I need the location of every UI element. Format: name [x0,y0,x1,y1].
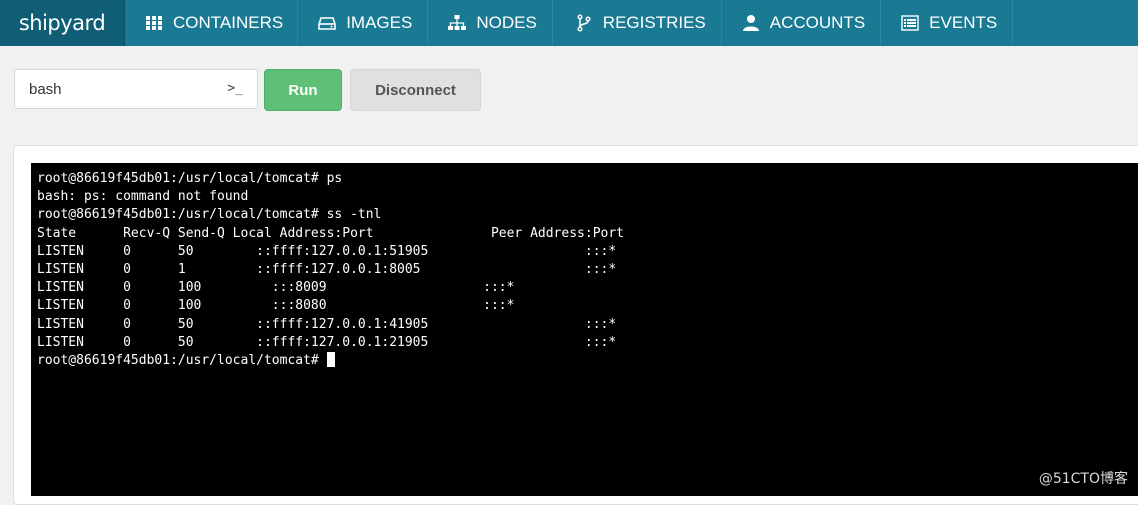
terminal-cursor [326,352,335,368]
command-input[interactable] [29,79,209,99]
nav-label: REGISTRIES [602,13,706,32]
nav-images[interactable]: IMAGES [298,0,429,46]
terminal-line: LISTEN 0 50 ::ffff:127.0.0.1:51905 :::* [37,243,617,259]
terminal-line: State Recv-Q Send-Q Local Address:Port P… [37,225,624,241]
terminal-line: LISTEN 0 50 ::ffff:127.0.0.1:41905 :::* [37,316,617,332]
watermark: @51CTO博客 [1038,471,1128,487]
user-icon [742,14,760,32]
branch-icon [575,14,593,32]
terminal-window[interactable]: root@86619f45db01:/usr/local/tomcat# ps … [31,163,1138,496]
terminal-line: LISTEN 0 1 ::ffff:127.0.0.1:8005 :::* [37,262,617,278]
list-icon [901,14,919,32]
nav-accounts[interactable]: ACCOUNTS [722,0,882,46]
terminal-output: root@86619f45db01:/usr/local/tomcat# ps … [37,170,624,370]
nav-label: ACCOUNTS [769,13,866,32]
terminal-line: LISTEN 0 50 ::ffff:127.0.0.1:21905 :::* [37,334,617,350]
terminal-line: root@86619f45db01:/usr/local/tomcat# ss … [37,207,382,223]
disconnect-button[interactable]: Disconnect [350,69,481,111]
terminal-prompt-icon: >_ [227,81,243,96]
command-field[interactable]: >_ [14,69,258,109]
grid-icon [145,14,163,32]
nav-label: CONTAINERS [173,13,284,32]
nav-label: EVENTS [929,13,998,32]
top-navbar: shipyard CONTAINERS IMAGES NODES REGISTR… [0,0,1138,46]
sitemap-icon [448,14,467,32]
run-button[interactable]: Run [264,69,342,111]
nav-label: NODES [476,13,537,32]
terminal-prompt: root@86619f45db01:/usr/local/tomcat# [37,353,327,369]
hard-drive-icon [318,14,337,32]
nav-registries[interactable]: REGISTRIES [553,0,722,46]
nav-label: IMAGES [346,13,413,32]
nav-containers[interactable]: CONTAINERS [125,0,299,46]
terminal-line: bash: ps: command not found [37,189,249,205]
brand-logo[interactable]: shipyard [0,0,125,46]
terminal-line: LISTEN 0 100 :::8080 :::* [37,298,515,314]
terminal-line: root@86619f45db01:/usr/local/tomcat# ps [37,171,343,186]
nav-nodes[interactable]: NODES [428,0,553,46]
nav-events[interactable]: EVENTS [881,0,1014,46]
terminal-line: LISTEN 0 100 :::8009 :::* [37,280,515,296]
